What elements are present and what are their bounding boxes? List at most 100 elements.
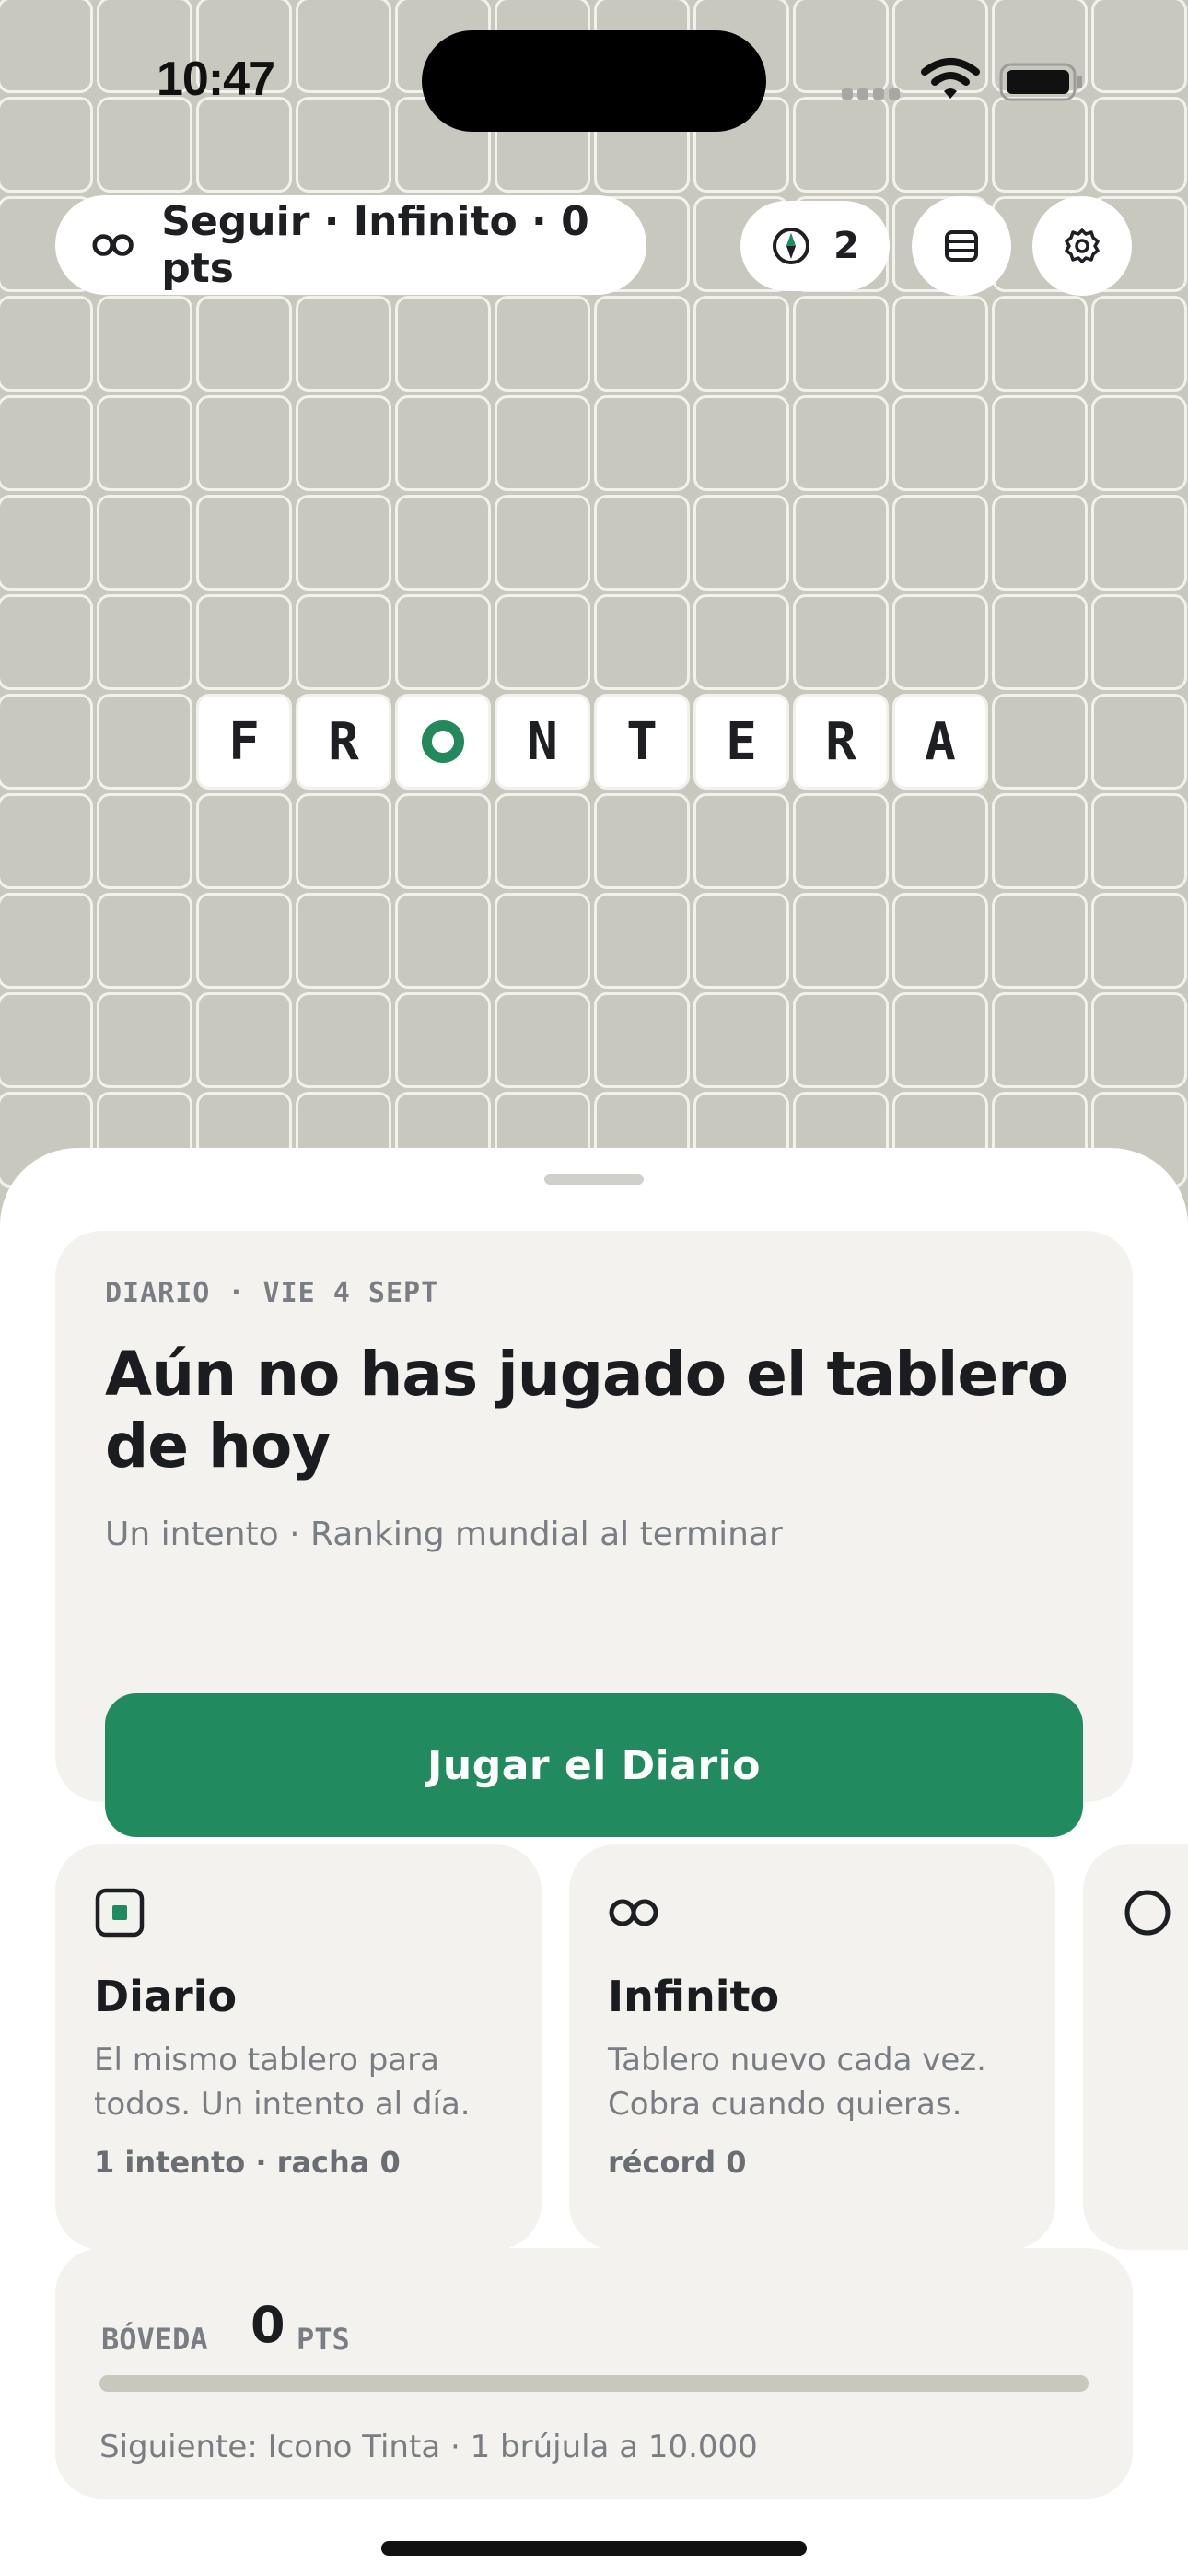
board-tile-letter[interactable]: F [196, 694, 292, 790]
board-cell[interactable] [196, 296, 292, 392]
board-cell[interactable] [97, 893, 192, 989]
board-cell[interactable] [97, 495, 192, 591]
board-cell[interactable] [395, 395, 491, 491]
board-cell[interactable] [196, 395, 292, 491]
board-cell[interactable] [693, 296, 789, 392]
board-cell[interactable] [97, 296, 192, 392]
board-cell[interactable] [296, 594, 391, 690]
board-cell[interactable] [196, 992, 292, 1088]
board-cell[interactable] [892, 296, 988, 392]
board-cell[interactable] [1091, 594, 1187, 690]
board-cell[interactable] [892, 594, 988, 690]
mode-card-infinito[interactable]: Infinito Tablero nuevo cada vez. Cobra c… [569, 1844, 1055, 2250]
board-cell[interactable] [296, 793, 391, 889]
board-cell[interactable] [395, 495, 491, 591]
board-cell[interactable] [296, 992, 391, 1088]
board-cell[interactable] [892, 893, 988, 989]
board-cell[interactable] [97, 395, 192, 491]
board-cell[interactable] [1091, 992, 1187, 1088]
board-cell[interactable] [296, 296, 391, 392]
board-cell[interactable] [495, 793, 590, 889]
board-cell[interactable] [495, 893, 590, 989]
board-cell[interactable] [693, 893, 789, 989]
board-cell[interactable] [992, 893, 1088, 989]
board-cell[interactable] [196, 594, 292, 690]
board-cell[interactable] [892, 793, 988, 889]
settings-button[interactable] [1032, 196, 1132, 296]
board-cell[interactable] [0, 694, 93, 790]
home-indicator[interactable] [381, 2541, 807, 2556]
board-cell[interactable] [495, 395, 590, 491]
bottom-sheet[interactable]: DIARIO · VIE 4 SEPT Aún no has jugado el… [0, 1148, 1188, 2576]
board-cell[interactable] [0, 495, 93, 591]
sheet-grabber[interactable] [544, 1174, 644, 1185]
mode-card-diario[interactable]: Diario El mismo tablero para todos. Un i… [55, 1844, 542, 2250]
board-cell[interactable] [495, 296, 590, 392]
board-cell[interactable] [693, 594, 789, 690]
board-cell[interactable] [0, 793, 93, 889]
leaderboard-button[interactable] [912, 196, 1011, 296]
board-cell[interactable] [196, 495, 292, 591]
board-tile-letter[interactable]: E [693, 694, 789, 790]
compass-pill[interactable]: 2 [740, 201, 890, 291]
board-tile-letter[interactable]: R [793, 694, 889, 790]
board-cell[interactable] [793, 793, 889, 889]
board-cell[interactable] [594, 594, 690, 690]
board-cell[interactable] [594, 992, 690, 1088]
board-cell[interactable] [992, 992, 1088, 1088]
board-cell[interactable] [395, 992, 491, 1088]
board-cell[interactable] [892, 992, 988, 1088]
board-cell[interactable] [495, 495, 590, 591]
board-cell[interactable] [97, 594, 192, 690]
board-cell[interactable] [594, 495, 690, 591]
board-cell[interactable] [693, 395, 789, 491]
vault-card[interactable]: BÓVEDA 0 PTS Siguiente: Icono Tinta · 1 … [55, 2248, 1133, 2499]
board-cell[interactable] [793, 495, 889, 591]
board-cell[interactable] [0, 893, 93, 989]
board-cell[interactable] [0, 296, 93, 392]
board-cell[interactable] [495, 594, 590, 690]
board-cell[interactable] [395, 893, 491, 989]
mode-card-next-partial[interactable] [1083, 1844, 1188, 2250]
board-cell[interactable] [793, 296, 889, 392]
board-cell[interactable] [395, 296, 491, 392]
board-cell[interactable] [992, 694, 1088, 790]
board-cell[interactable] [296, 495, 391, 591]
board-cell[interactable] [1091, 893, 1187, 989]
board-cell[interactable] [793, 893, 889, 989]
board-cell[interactable] [594, 893, 690, 989]
board-tile-letter[interactable]: R [296, 694, 391, 790]
game-board[interactable]: FRNTERA [0, 0, 1188, 1195]
board-cell[interactable] [0, 395, 93, 491]
board-cell[interactable] [992, 296, 1088, 392]
board-cell[interactable] [693, 793, 789, 889]
board-cell[interactable] [296, 395, 391, 491]
board-tile-target[interactable] [395, 694, 491, 790]
board-cell[interactable] [395, 793, 491, 889]
board-cell[interactable] [594, 296, 690, 392]
board-cell[interactable] [793, 395, 889, 491]
mode-pill[interactable]: Seguir · Infinito · 0 pts [55, 195, 646, 295]
board-cell[interactable] [992, 495, 1088, 591]
board-cell[interactable] [0, 992, 93, 1088]
board-cell[interactable] [892, 395, 988, 491]
board-cell[interactable] [992, 793, 1088, 889]
board-cell[interactable] [793, 594, 889, 690]
board-cell[interactable] [1091, 694, 1187, 790]
board-cell[interactable] [395, 594, 491, 690]
board-tile-letter[interactable]: A [892, 694, 988, 790]
board-cell[interactable] [1091, 296, 1187, 392]
board-cell[interactable] [495, 992, 590, 1088]
board-cell[interactable] [693, 992, 789, 1088]
board-cell[interactable] [296, 893, 391, 989]
board-tile-letter[interactable]: N [495, 694, 590, 790]
board-cell[interactable] [594, 395, 690, 491]
board-cell[interactable] [693, 495, 789, 591]
play-daily-button[interactable]: Jugar el Diario [105, 1693, 1083, 1837]
board-cell[interactable] [594, 793, 690, 889]
board-cell[interactable] [97, 793, 192, 889]
board-cell[interactable] [793, 992, 889, 1088]
board-cell[interactable] [196, 893, 292, 989]
board-cell[interactable] [992, 594, 1088, 690]
board-cell[interactable] [892, 495, 988, 591]
